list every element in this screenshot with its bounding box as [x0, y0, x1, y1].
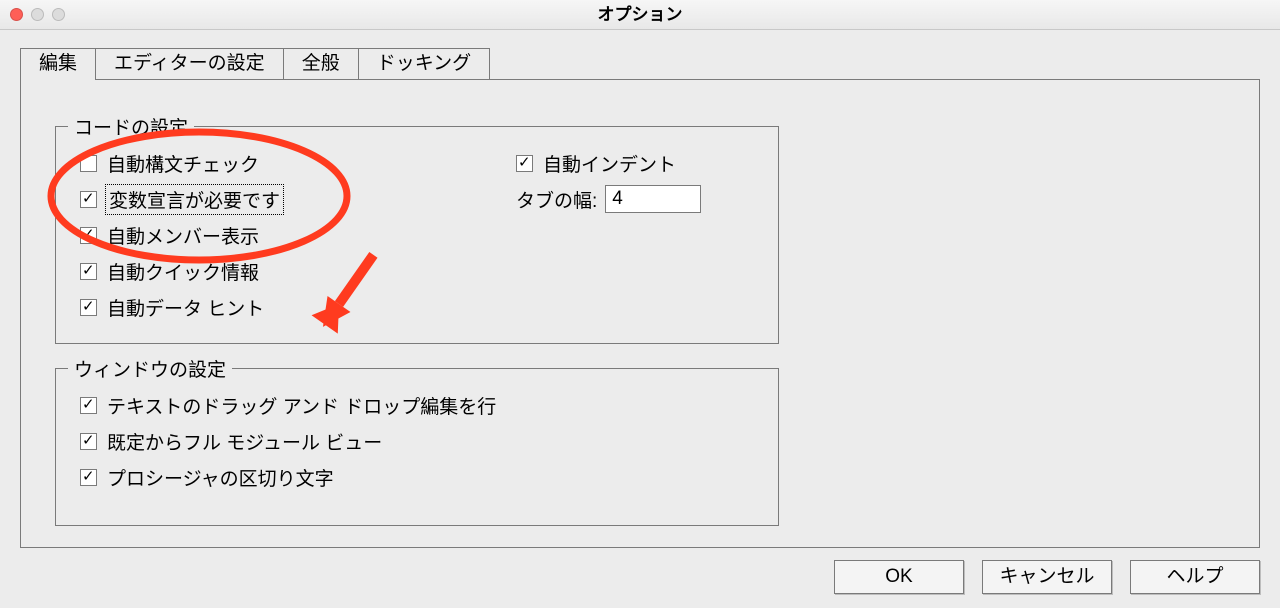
checkbox[interactable] [80, 263, 97, 280]
checkbox-label: 自動データ ヒント [107, 294, 264, 321]
group-code-settings: コードの設定 自動構文チェック 変数宣言が必要です 自動メンバー表示 自動クイッ… [55, 126, 779, 344]
checkbox-label: プロシージャの区切り文字 [107, 464, 334, 491]
option-drag-drop-edit[interactable]: テキストのドラッグ アンド ドロップ編集を行 [80, 387, 496, 423]
code-right-column: 自動インデント タブの幅: [516, 145, 701, 217]
group-title: コードの設定 [68, 113, 194, 140]
tab-label: エディターの設定 [114, 53, 265, 74]
button-label: OK [885, 566, 912, 587]
checkbox-label: 変数宣言が必要です [107, 186, 282, 213]
checkbox[interactable] [80, 191, 97, 208]
cancel-button[interactable]: キャンセル [982, 560, 1112, 594]
tab-width-input[interactable] [605, 185, 701, 213]
tab-panel: コードの設定 自動構文チェック 変数宣言が必要です 自動メンバー表示 自動クイッ… [20, 79, 1260, 548]
tab-editor[interactable]: エディターの設定 [95, 48, 284, 80]
tab-width-label: タブの幅: [516, 186, 597, 213]
checkbox[interactable] [80, 397, 97, 414]
help-button[interactable]: ヘルプ [1130, 560, 1260, 594]
tab-label: 編集 [39, 53, 77, 74]
option-full-module-view[interactable]: 既定からフル モジュール ビュー [80, 423, 496, 459]
checkbox[interactable] [80, 299, 97, 316]
tabs: 編集 エディターの設定 全般 ドッキング [20, 48, 490, 80]
titlebar: オプション [0, 0, 1280, 30]
option-auto-syntax-check[interactable]: 自動構文チェック [80, 145, 282, 181]
window-column: テキストのドラッグ アンド ドロップ編集を行 既定からフル モジュール ビュー … [80, 387, 496, 495]
checkbox-label: 既定からフル モジュール ビュー [107, 428, 382, 455]
checkbox-label: 自動クイック情報 [107, 258, 259, 285]
tab-label: 全般 [302, 53, 340, 74]
code-left-column: 自動構文チェック 変数宣言が必要です 自動メンバー表示 自動クイック情報 自動デ… [80, 145, 282, 325]
tab-width-row: タブの幅: [516, 181, 701, 217]
tab-edit[interactable]: 編集 [20, 48, 96, 80]
checkbox[interactable] [516, 155, 533, 172]
checkbox-label: 自動構文チェック [107, 150, 259, 177]
checkbox[interactable] [80, 155, 97, 172]
checkbox-label: 自動インデント [543, 150, 676, 177]
dialog-buttons: OK キャンセル ヘルプ [834, 560, 1260, 594]
checkbox[interactable] [80, 227, 97, 244]
tab-label: ドッキング [377, 53, 471, 74]
option-auto-indent[interactable]: 自動インデント [516, 145, 701, 181]
client-area: 編集 エディターの設定 全般 ドッキング コードの設定 自動構文チェック 変数宣… [0, 30, 1280, 608]
option-require-variable-declaration[interactable]: 変数宣言が必要です [80, 181, 282, 217]
checkbox[interactable] [80, 433, 97, 450]
checkbox[interactable] [80, 469, 97, 486]
tab-docking[interactable]: ドッキング [358, 48, 490, 80]
button-label: ヘルプ [1166, 566, 1223, 587]
checkbox-label: 自動メンバー表示 [107, 222, 259, 249]
option-procedure-separator[interactable]: プロシージャの区切り文字 [80, 459, 496, 495]
checkbox-label: テキストのドラッグ アンド ドロップ編集を行 [107, 392, 496, 419]
button-label: キャンセル [999, 566, 1094, 587]
tab-general[interactable]: 全般 [283, 48, 359, 80]
group-title: ウィンドウの設定 [68, 355, 232, 382]
group-window-settings: ウィンドウの設定 テキストのドラッグ アンド ドロップ編集を行 既定からフル モ… [55, 368, 779, 526]
option-auto-quick-info[interactable]: 自動クイック情報 [80, 253, 282, 289]
window-title: オプション [0, 0, 1280, 30]
option-auto-data-tips[interactable]: 自動データ ヒント [80, 289, 282, 325]
option-auto-list-members[interactable]: 自動メンバー表示 [80, 217, 282, 253]
ok-button[interactable]: OK [834, 560, 964, 594]
